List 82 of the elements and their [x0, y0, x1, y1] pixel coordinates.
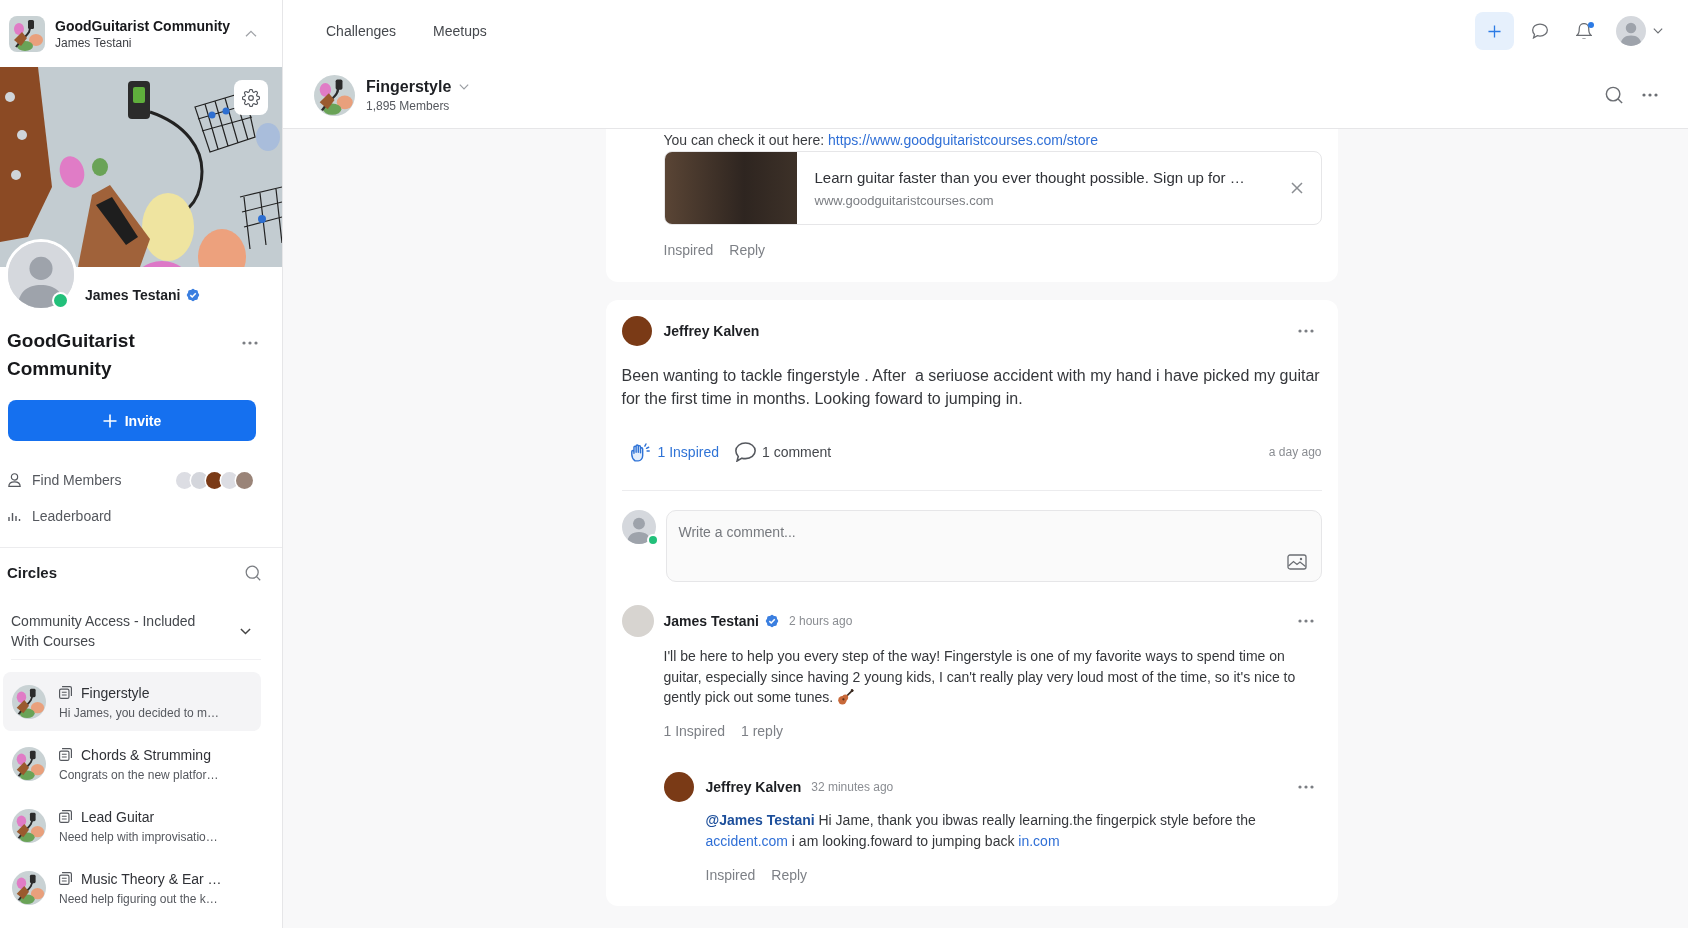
document-icon: [59, 872, 72, 885]
url-link[interactable]: accident.com: [705, 832, 788, 849]
plus-icon: [102, 413, 117, 428]
user-avatar[interactable]: [621, 316, 652, 346]
chevron-down-icon[interactable]: [1653, 28, 1663, 34]
settings-icon: [242, 88, 260, 107]
group-avatar: [12, 684, 46, 719]
url-link[interactable]: in.com: [1018, 832, 1060, 849]
mention-link[interactable]: @James Testani: [705, 811, 815, 828]
inspire-button[interactable]: 1 Inspired: [663, 720, 725, 741]
chevron-up-icon[interactable]: [245, 30, 257, 37]
more-icon[interactable]: [242, 341, 258, 345]
guitar-icon: [838, 689, 855, 705]
space-title[interactable]: Fingerstyle: [366, 76, 452, 97]
circle-item[interactable]: Chords & Strumming Congrats on the new platfor…: [3, 734, 261, 793]
comment-time: 2 hours ago: [788, 614, 853, 628]
hand-icon: [630, 442, 650, 462]
circles-heading: Circles: [7, 563, 58, 583]
more-icon[interactable]: [1297, 619, 1314, 623]
bell-icon[interactable]: [1576, 23, 1592, 39]
group-avatar: [12, 746, 46, 781]
community-title: GoodGuitarist Community: [7, 329, 136, 381]
url-link[interactable]: https://www.goodguitaristcourses.com/store: [828, 132, 1098, 148]
more-icon[interactable]: [1642, 93, 1658, 97]
comment-text: @James Testani Hi Jame, thank you ibwas really learning.the fingerpick style before the accident.com i am looking.foward to jumping back in.com: [705, 810, 1257, 851]
search-icon[interactable]: [1605, 86, 1623, 104]
author-name[interactable]: Jeffrey Kalven: [705, 776, 802, 797]
post-time: a day ago: [1268, 445, 1322, 459]
user-name: James Testani: [55, 34, 132, 51]
nav-link[interactable]: Challenges: [326, 21, 397, 41]
group-avatar: [12, 808, 46, 843]
more-icon[interactable]: [1297, 329, 1314, 333]
post-text: Been wanting to tackle fingerstyle . After a seriuose accident with my hand i have picked my guitar for the first time in months. Looking foward to jumping in.: [621, 366, 1321, 409]
preview-title: Learn guitar faster than you ever thought possible. Sign up for …: [814, 167, 1245, 188]
reply-button[interactable]: Reply: [729, 240, 766, 260]
comment-text: I'll be here to help you every step of the way! Fingerstyle is one of my favorite ways to spend time on guitar, especially since having 2 young kids, I can't really play very loud most of the time, so it's nice to gently pick out some tunes.: [663, 647, 1297, 707]
profile-name[interactable]: James Testani: [85, 285, 181, 305]
document-icon: [59, 686, 72, 699]
inspire-button[interactable]: Inspired: [705, 864, 756, 885]
comment-time: 32 minutes ago: [811, 779, 894, 794]
comment-text: You can check it out here: https://www.goodguitaristcourses.com/store: [663, 131, 1099, 150]
user-avatar[interactable]: [663, 771, 694, 802]
inspire-button[interactable]: Inspired: [663, 240, 714, 260]
author-name[interactable]: Jeffrey Kalven: [663, 321, 760, 341]
group-avatar: [12, 870, 46, 905]
image-icon[interactable]: [1286, 554, 1307, 570]
inspire-button[interactable]: 1 Inspired: [630, 442, 719, 462]
reply-button[interactable]: Reply: [771, 864, 808, 885]
settings-button[interactable]: [234, 80, 268, 115]
author-name[interactable]: James Testani: [663, 611, 759, 631]
search-icon[interactable]: [245, 565, 261, 581]
nav-link[interactable]: Meetups: [433, 21, 487, 41]
circle-group-label[interactable]: Community Access - Included With Courses: [11, 611, 211, 651]
link-preview-card[interactable]: Learn guitar faster than you ever thought possible. Sign up for … www.goodguitaristcourses.com: [663, 151, 1322, 225]
comment-field[interactable]: Write a comment...: [665, 510, 1322, 582]
comment-button[interactable]: 1 comment: [735, 442, 832, 462]
plus-icon: [1488, 24, 1501, 38]
chevron-down-icon[interactable]: [459, 83, 470, 90]
circle-item[interactable]: Fingerstyle Hi James, you decided to m…: [3, 672, 261, 731]
member-count[interactable]: 1,895 Members: [366, 98, 450, 114]
sidebar-link[interactable]: Find Members: [8, 470, 122, 490]
bar-chart-icon: [8, 511, 21, 521]
member-avatar[interactable]: [206, 471, 223, 489]
preview-url: www.goodguitaristcourses.com: [814, 191, 994, 209]
community-name[interactable]: GoodGuitarist Community: [55, 16, 230, 35]
user-avatar: [621, 510, 656, 544]
reply-button[interactable]: 1 reply: [741, 720, 783, 741]
comment-icon: [735, 442, 756, 462]
circle-item[interactable]: Lead Guitar Need help with improvisatio…: [3, 796, 261, 855]
invite-button[interactable]: Invite: [8, 400, 256, 441]
document-icon: [59, 748, 72, 761]
circle-item[interactable]: Music Theory & Ear … Need help figuring out the k…: [3, 858, 261, 917]
member-avatar[interactable]: [191, 471, 208, 489]
sidebar-link[interactable]: Leaderboard: [8, 506, 112, 526]
document-icon: [59, 810, 72, 823]
close-icon[interactable]: [1290, 182, 1303, 194]
group-avatar: [314, 74, 355, 116]
chevron-icon[interactable]: [240, 627, 251, 635]
more-icon[interactable]: [1297, 784, 1314, 789]
person-icon: [8, 473, 21, 487]
community-logo[interactable]: [9, 15, 45, 52]
chat-icon[interactable]: [1532, 23, 1548, 39]
